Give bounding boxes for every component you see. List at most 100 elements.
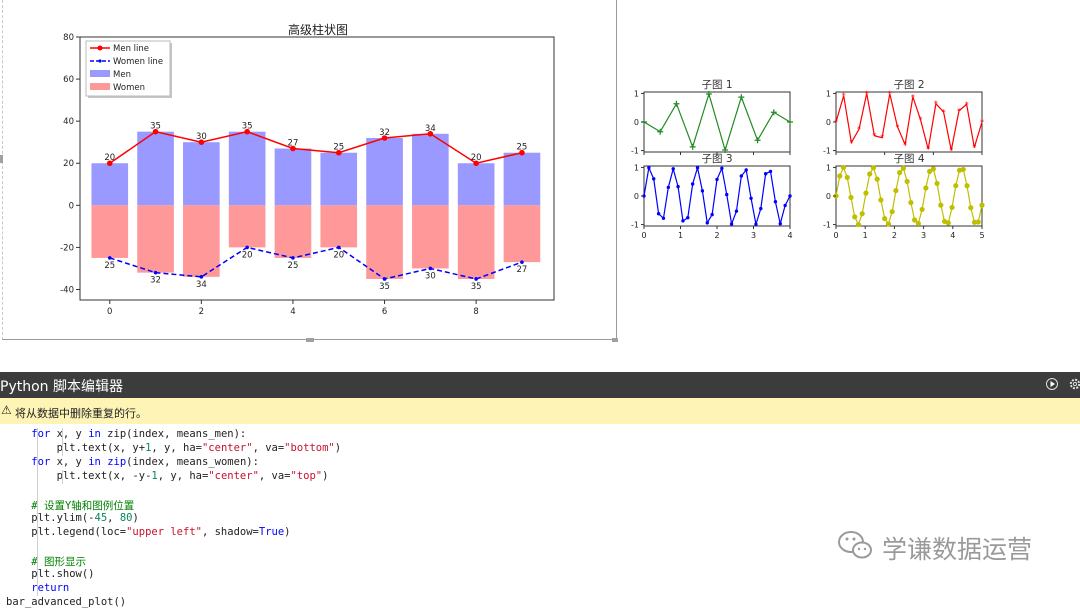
subplot-3-ytick-1: 0: [634, 192, 639, 201]
subplot-1-point-8: [770, 109, 777, 116]
subplot-2-point-7: *: [888, 90, 892, 99]
subplot-3-point-14: [710, 212, 714, 217]
subplot-1-point-6: [738, 94, 745, 101]
subplot-4-chart: 子图 410-10 1 2 3 4 5: [823, 153, 985, 240]
subplot-4-point-13: [882, 215, 888, 222]
visual-canvas: 高级柱状图 20 25 35 32 30 34 35 20 27 25 25 20 32 35 34 30 20…: [0, 0, 1080, 372]
legend-swatch-men: [90, 70, 110, 77]
subplot-3-point-4: [661, 216, 666, 220]
bar-women-5: [320, 205, 358, 248]
y-tick-label-0: 80: [63, 33, 74, 43]
run-icon[interactable]: [1046, 378, 1058, 390]
subplot-4-point-34: [960, 166, 966, 173]
subplot-4-ytick-0: 1: [826, 163, 831, 172]
resize-handle-bottom[interactable]: [306, 338, 314, 342]
women-point-1: [153, 270, 158, 275]
y-tick-label-6: -40: [60, 285, 74, 295]
code-line-7: plt.ylim(-45, 80): [6, 512, 139, 524]
subplot-3-xtick-1: 1: [678, 231, 683, 240]
subplot-4-point-1: [837, 173, 843, 179]
bar-women-0: [91, 205, 129, 258]
subplot-4-point-18: [900, 165, 906, 171]
subplot-4-ytick-1: 0: [826, 192, 831, 201]
subplot-3-point-12: [700, 189, 705, 193]
indent-guide: [37, 498, 38, 512]
women-value-label-5: 20: [333, 250, 344, 260]
subplot-3-point-15: [715, 177, 719, 182]
resize-handle-corner[interactable]: [612, 338, 618, 342]
x-tick-label-3: 6: [382, 307, 387, 317]
resize-handle-left[interactable]: [0, 155, 3, 163]
indent-guide: [37, 582, 38, 596]
subplot-3-xtick-2: 2: [714, 231, 719, 240]
y-tick-label-2: 40: [63, 117, 74, 127]
subplot-3-xtick-4: 4: [787, 231, 792, 240]
subplot-2-ytick-1: 0: [826, 118, 831, 127]
subplot-4-point-35: [964, 183, 970, 189]
subplot-4-point-9: [867, 171, 873, 177]
indent-guide: [37, 470, 38, 484]
wechat-icon: [838, 531, 872, 559]
subplot-3-chart: 子图 310-10 1 2 3 4: [631, 153, 793, 240]
subplot-4-xtick-4: 4: [950, 231, 955, 240]
subplot-3-point-13: [705, 221, 709, 225]
x-tick-label-0: 0: [107, 307, 112, 317]
subplot-2-point-2: *: [849, 139, 853, 148]
subplot-3-point-24: [759, 206, 763, 211]
legend-label-women-line: Women line: [113, 57, 163, 67]
x-tick-label-1: 2: [199, 307, 204, 317]
subplot-4-point-19: [904, 178, 910, 185]
subplot-4-xtick-3: 3: [921, 231, 926, 240]
code-editor[interactable]: for x, y in zip(index, means_men): plt.t…: [0, 424, 1080, 608]
subplot-4-point-39: [979, 202, 985, 208]
subplot-2-point-6: *: [880, 134, 884, 143]
bar-men-8: [457, 163, 495, 206]
x-axis: 0 2 4 6 8: [107, 300, 479, 317]
men-value-label-9: 25: [517, 143, 528, 153]
indent-guide: [62, 470, 63, 484]
subplot-4-point-8: [863, 190, 869, 196]
subplot-1-ytick-1: 0: [634, 118, 639, 127]
subplot-3-point-30: [788, 194, 792, 198]
bar-women-1: [137, 205, 174, 273]
subplot-4-point-28: [938, 202, 944, 208]
bar-men-2: [183, 142, 220, 206]
subplot-4-point-15: [889, 209, 895, 215]
indent-guide: [62, 428, 63, 442]
indent-guide: [37, 428, 38, 442]
subplot-2-title: 子图 2: [893, 79, 924, 91]
women-value-label-8: 35: [471, 282, 482, 292]
gear-icon[interactable]: [1068, 378, 1080, 390]
men-value-label-4: 27: [288, 139, 299, 149]
women-point-3: [245, 245, 249, 250]
subplot-4-point-20: [908, 199, 914, 206]
women-value-label-4: 25: [288, 261, 299, 271]
bar-men-5: [320, 152, 358, 206]
men-value-label-7: 34: [425, 124, 436, 134]
subplot-3-point-19: [734, 209, 739, 213]
subplot-4-point-14: [885, 221, 892, 227]
subplot-2-point-8: *: [895, 123, 899, 132]
bar-men-6: [366, 137, 403, 206]
women-point-8: [474, 277, 478, 281]
subplot-2-chart: 子图 2********************10-10123: [823, 79, 984, 156]
subplot-3-point-8: [681, 219, 685, 223]
subplot-2-point-14: *: [942, 108, 946, 117]
y-axis: 80 60 40 20 0 -20 -40: [60, 33, 80, 295]
women-point-9: [520, 260, 524, 264]
subplot-1-ytick-0: 1: [634, 89, 639, 98]
subplot-4-xtick-2: 2: [892, 231, 897, 240]
indent-guide: [37, 484, 38, 498]
subplot-2-point-11: *: [919, 116, 923, 125]
women-value-label-6: 35: [379, 282, 390, 292]
y-tick-label-3: 20: [63, 159, 74, 169]
subplot-3-point-5: [666, 185, 671, 190]
women-point-7: [428, 266, 433, 271]
bar-women-2: [183, 205, 220, 277]
subplot-3-point-16: [720, 166, 724, 170]
subplot-2-point-9: *: [903, 141, 907, 150]
subplot-4-title: 子图 4: [893, 153, 924, 165]
bar-men-9: [503, 152, 541, 206]
subplot-4-point-11: [874, 176, 880, 182]
bar-men-3: [228, 131, 266, 206]
